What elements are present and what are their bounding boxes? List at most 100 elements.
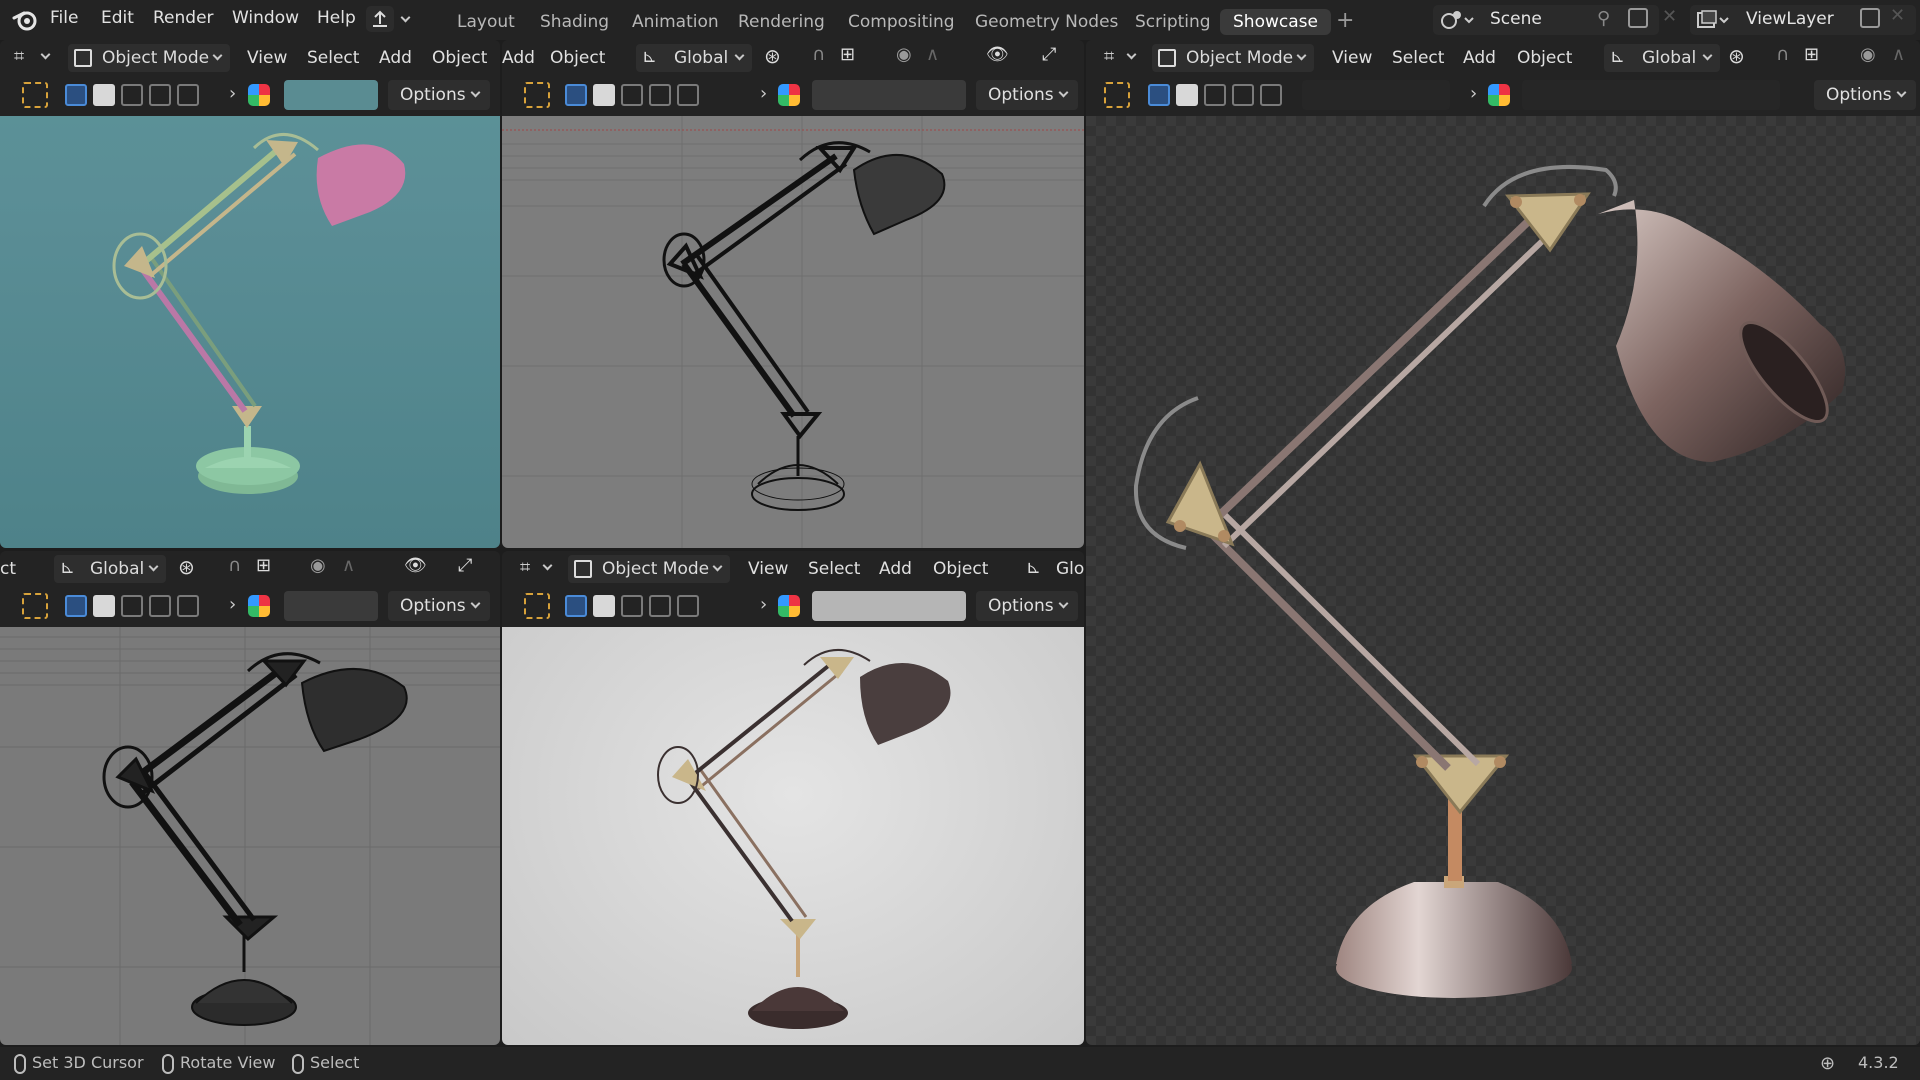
proportional-editing-icon[interactable]: ◉ bbox=[896, 44, 912, 65]
menu-object[interactable]: Object bbox=[933, 559, 988, 579]
select-intersect-icon[interactable] bbox=[677, 595, 699, 617]
viewport-bottom-left[interactable]: ct ⊾ Global ⊛ ∩ ⊞ ◉ ∧ 👁 ⤢ › Options bbox=[0, 551, 500, 1045]
select-invert-icon[interactable] bbox=[649, 595, 671, 617]
tab-layout[interactable]: Layout bbox=[457, 12, 515, 32]
options-dropdown[interactable]: Options bbox=[388, 80, 490, 110]
menu-view[interactable]: View bbox=[748, 559, 788, 579]
gizmo-icon[interactable]: ⤢ bbox=[458, 555, 472, 576]
viewport-canvas-rendered[interactable] bbox=[1086, 116, 1920, 1045]
viewport-top-mid[interactable]: Add Object ⊾ Global ⊛ ∩ ⊞ ◉ ∧ 👁 ⤢ › Opti… bbox=[502, 40, 1084, 548]
tool-search-field-1[interactable] bbox=[1302, 80, 1450, 110]
editor-type-icon[interactable]: ⌗ bbox=[520, 557, 530, 578]
snap-icon[interactable]: ∩ bbox=[812, 44, 825, 65]
menu-window[interactable]: Window bbox=[232, 8, 299, 28]
transform-orientation-dropdown[interactable]: ⊾ Global bbox=[636, 44, 752, 72]
select-subtract-icon[interactable] bbox=[621, 84, 643, 106]
menu-add[interactable]: Add bbox=[379, 48, 412, 68]
menu-view[interactable]: View bbox=[247, 48, 287, 68]
select-new-icon[interactable] bbox=[1148, 84, 1170, 106]
network-icon[interactable]: ⊕ bbox=[1820, 1053, 1835, 1074]
menu-file[interactable]: File bbox=[50, 8, 78, 28]
options-dropdown[interactable]: Options bbox=[976, 80, 1078, 110]
menu-object-truncated[interactable]: ct bbox=[0, 559, 16, 579]
menu-render[interactable]: Render bbox=[153, 8, 214, 28]
publish-dropdown-chevron-icon[interactable] bbox=[400, 12, 411, 23]
falloff-icon[interactable]: ∧ bbox=[926, 44, 939, 65]
editor-type-icon[interactable]: ⌗ bbox=[1104, 46, 1114, 67]
select-intersect-icon[interactable] bbox=[177, 84, 199, 106]
view-layer-selector[interactable]: ViewLayer ✕ bbox=[1690, 5, 1916, 35]
menu-edit[interactable]: Edit bbox=[101, 8, 134, 28]
object-mode-dropdown[interactable]: Object Mode bbox=[568, 555, 730, 583]
menu-select[interactable]: Select bbox=[1392, 48, 1444, 68]
falloff-icon[interactable]: ∧ bbox=[1892, 44, 1905, 65]
pivot-point-icon[interactable]: ⊛ bbox=[1728, 44, 1745, 68]
chevron-right-icon[interactable]: › bbox=[229, 83, 236, 104]
delete-view-layer-icon[interactable]: ✕ bbox=[1890, 5, 1905, 26]
snap-icon[interactable]: ∩ bbox=[1776, 44, 1789, 65]
visibility-icon[interactable]: 👁 bbox=[404, 555, 427, 576]
tab-compositing[interactable]: Compositing bbox=[848, 12, 955, 32]
tool-search-field[interactable] bbox=[284, 591, 378, 621]
transform-orientation-dropdown[interactable]: ⊾ Global bbox=[54, 555, 166, 583]
tool-search-field[interactable] bbox=[812, 591, 966, 621]
add-workspace-icon[interactable]: + bbox=[1336, 8, 1354, 33]
new-scene-icon[interactable] bbox=[1628, 8, 1648, 28]
falloff-icon[interactable]: ∧ bbox=[342, 555, 355, 576]
select-invert-icon[interactable] bbox=[149, 595, 171, 617]
select-subtract-icon[interactable] bbox=[1204, 84, 1226, 106]
object-mode-dropdown[interactable]: Object Mode bbox=[68, 44, 230, 72]
options-dropdown[interactable]: Options bbox=[976, 591, 1078, 621]
select-tool-button[interactable] bbox=[524, 82, 550, 108]
options-dropdown[interactable]: Options bbox=[1814, 80, 1916, 110]
pivot-point-icon[interactable]: ⊛ bbox=[178, 555, 195, 579]
tab-animation[interactable]: Animation bbox=[632, 12, 719, 32]
snap-icon[interactable]: ∩ bbox=[228, 555, 241, 576]
chevron-right-icon[interactable]: › bbox=[760, 83, 767, 104]
select-tool-button[interactable] bbox=[1104, 82, 1130, 108]
viewport-top-left[interactable]: ⌗ Object Mode View Select Add Object › O… bbox=[0, 40, 500, 548]
select-subtract-icon[interactable] bbox=[621, 595, 643, 617]
menu-add[interactable]: Add bbox=[1463, 48, 1496, 68]
tab-rendering[interactable]: Rendering bbox=[738, 12, 825, 32]
transform-label-truncated[interactable]: Glo bbox=[1056, 559, 1084, 579]
select-extend-icon[interactable] bbox=[593, 84, 615, 106]
select-tool-button[interactable] bbox=[22, 593, 48, 619]
pin-icon[interactable]: ⚲ bbox=[1597, 8, 1610, 29]
tab-scripting[interactable]: Scripting bbox=[1135, 12, 1211, 32]
select-invert-icon[interactable] bbox=[149, 84, 171, 106]
editor-type-icon[interactable]: ⌗ bbox=[14, 46, 24, 67]
color-attribute-icon[interactable] bbox=[778, 595, 800, 617]
menu-help[interactable]: Help bbox=[317, 8, 356, 28]
scene-name[interactable]: Scene bbox=[1490, 9, 1542, 29]
select-intersect-icon[interactable] bbox=[177, 595, 199, 617]
select-extend-icon[interactable] bbox=[1176, 84, 1198, 106]
snap-increment-icon[interactable]: ⊞ bbox=[840, 44, 855, 65]
proportional-editing-icon[interactable]: ◉ bbox=[1860, 44, 1876, 65]
select-new-icon[interactable] bbox=[65, 84, 87, 106]
tab-showcase[interactable]: Showcase bbox=[1220, 9, 1331, 35]
tab-shading[interactable]: Shading bbox=[540, 12, 609, 32]
chevron-right-icon[interactable]: › bbox=[229, 594, 236, 615]
view-layer-name[interactable]: ViewLayer bbox=[1746, 9, 1834, 29]
options-dropdown[interactable]: Options bbox=[388, 591, 490, 621]
select-new-icon[interactable] bbox=[65, 595, 87, 617]
select-new-icon[interactable] bbox=[565, 84, 587, 106]
delete-scene-icon[interactable]: ✕ bbox=[1662, 6, 1677, 27]
gizmo-icon[interactable]: ⤢ bbox=[1042, 44, 1056, 65]
viewport-bottom-mid[interactable]: ⌗ Object Mode View Select Add Object ⊾ G… bbox=[502, 551, 1084, 1045]
transform-axis-icon[interactable]: ⊾ bbox=[1026, 557, 1041, 578]
transform-orientation-dropdown[interactable]: ⊾ Global bbox=[1604, 44, 1720, 72]
select-invert-icon[interactable] bbox=[1232, 84, 1254, 106]
chevron-right-icon[interactable]: › bbox=[760, 594, 767, 615]
select-subtract-icon[interactable] bbox=[121, 595, 143, 617]
menu-object[interactable]: Object bbox=[1517, 48, 1572, 68]
publish-button[interactable] bbox=[366, 6, 394, 32]
menu-view[interactable]: View bbox=[1332, 48, 1372, 68]
new-view-layer-icon[interactable] bbox=[1860, 8, 1880, 28]
select-tool-button[interactable] bbox=[22, 82, 48, 108]
viewport-canvas[interactable] bbox=[502, 116, 1084, 548]
color-attribute-icon[interactable] bbox=[248, 595, 270, 617]
snap-increment-icon[interactable]: ⊞ bbox=[1804, 44, 1819, 65]
menu-add[interactable]: Add bbox=[502, 48, 535, 68]
